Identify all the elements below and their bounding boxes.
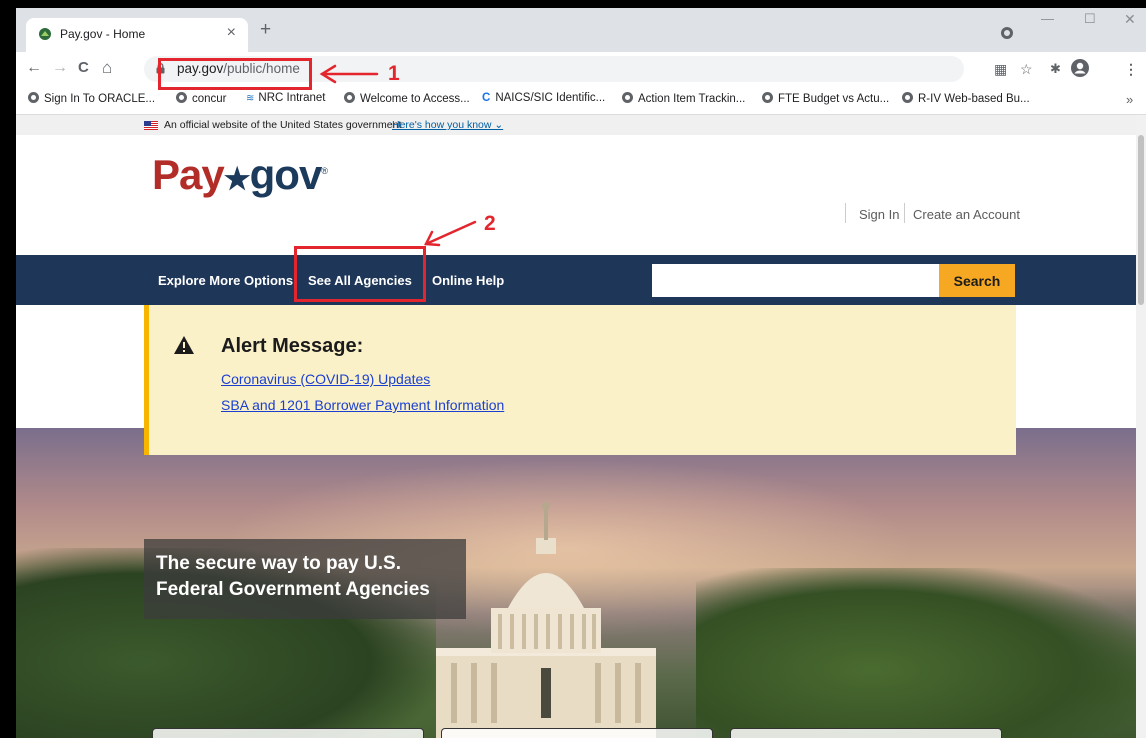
bookmark-label: R-IV Web-based Bu...	[918, 93, 1030, 105]
scrollbar-thumb[interactable]	[1138, 135, 1144, 305]
alert-title: Alert Message:	[221, 335, 364, 357]
globe-icon	[176, 92, 187, 103]
bookmark-item[interactable]: Action Item Trackin...	[622, 92, 745, 105]
globe-icon	[28, 92, 39, 103]
bookmark-label: NRC Intranet	[258, 92, 326, 104]
hero-card-row	[16, 728, 1136, 738]
bookmark-item[interactable]: FTE Budget vs Actu...	[762, 92, 889, 105]
bookmark-label: Welcome to Access...	[360, 93, 470, 105]
bookmark-star-icon[interactable]: ☆	[1020, 61, 1033, 78]
annotation-label-1: 1	[388, 62, 400, 85]
logo-pay: Pay	[152, 151, 225, 198]
hero-caption: The secure way to pay U.S. Federal Gover…	[144, 539, 466, 619]
bookmark-label: Action Item Trackin...	[638, 93, 746, 105]
bookmark-label: FTE Budget vs Actu...	[778, 93, 890, 105]
sign-in-link[interactable]: Sign In	[859, 207, 899, 222]
page-scrollbar[interactable]	[1136, 115, 1146, 738]
gov-banner: An official website of the United States…	[16, 115, 1136, 135]
main-nav: Explore More Options See All Agencies On…	[16, 255, 1136, 305]
divider	[904, 203, 905, 223]
logo-registered: ®	[321, 166, 328, 176]
bookmark-label: concur	[192, 93, 227, 105]
back-icon[interactable]: ←	[26, 59, 42, 77]
bookmark-item[interactable]: concur	[176, 92, 227, 105]
globe-icon	[622, 92, 633, 103]
hero-card[interactable]	[730, 728, 1002, 738]
hero-banner: The secure way to pay U.S. Federal Gover…	[16, 428, 1136, 738]
tab-strip: Pay.gov - Home × + — ☐ ✕	[16, 8, 1146, 52]
logo-star-icon: ★	[223, 163, 251, 196]
nrc-logo-icon: ≋	[246, 93, 255, 104]
search-input[interactable]	[652, 264, 939, 297]
new-tab-icon[interactable]: +	[260, 20, 271, 39]
maximize-icon[interactable]: ☐	[1084, 11, 1096, 27]
tab-search-icon[interactable]	[1001, 27, 1013, 39]
covid-updates-link[interactable]: Coronavirus (COVID-19) Updates	[221, 371, 430, 387]
heres-how-you-know-link[interactable]: Here's how you know ⌄	[392, 119, 503, 131]
forward-icon[interactable]: →	[52, 59, 68, 77]
annotation-highlight-agencies	[294, 246, 426, 302]
warning-icon	[174, 336, 194, 354]
bookmark-item[interactable]: Welcome to Access...	[344, 92, 470, 105]
globe-icon	[902, 92, 913, 103]
tab-title: Pay.gov - Home	[60, 27, 146, 41]
menu-kebab-icon[interactable]: ⋮	[1124, 61, 1138, 78]
window-close-icon[interactable]: ✕	[1124, 11, 1136, 28]
bookmarks-overflow-icon[interactable]: »	[1126, 92, 1133, 107]
tab-close-icon[interactable]: ×	[227, 24, 236, 42]
hero-card[interactable]	[441, 728, 713, 738]
hero-headline-line1: The secure way to pay U.S.	[156, 553, 401, 574]
reload-icon[interactable]: C	[78, 59, 89, 77]
hero-headline-line2: Federal Government Agencies	[156, 579, 430, 600]
gov-banner-text: An official website of the United States…	[164, 119, 402, 131]
globe-icon	[344, 92, 355, 103]
create-account-link[interactable]: Create an Account	[913, 207, 1020, 222]
profile-avatar-icon[interactable]	[1070, 58, 1090, 78]
nav-online-help[interactable]: Online Help	[432, 273, 504, 288]
page-content: An official website of the United States…	[16, 115, 1136, 738]
logo-gov: gov	[249, 151, 323, 198]
paygov-favicon-icon	[39, 28, 51, 40]
home-icon[interactable]: ⌂	[102, 59, 112, 77]
us-flag-icon	[144, 121, 158, 130]
annotation-label-2: 2	[484, 212, 496, 235]
bookmarks-bar: Sign In To ORACLE... concur ≋ NRC Intrane…	[16, 86, 1146, 115]
extensions-puzzle-icon[interactable]: ✱	[1050, 61, 1061, 77]
browser-tab[interactable]: Pay.gov - Home ×	[26, 18, 248, 52]
screenshot-frame: Pay.gov - Home × + — ☐ ✕ ← → C ⌂ pay.gov…	[0, 0, 1146, 738]
qr-code-icon[interactable]: ▦	[994, 61, 1007, 78]
bookmark-item[interactable]: ≋ NRC Intranet	[246, 92, 326, 104]
bookmark-label: NAICS/SIC Identific...	[495, 92, 606, 104]
naics-logo-icon: C	[482, 92, 491, 104]
hero-card[interactable]	[152, 728, 424, 738]
search-button[interactable]: Search	[939, 264, 1015, 297]
globe-icon	[762, 92, 773, 103]
browser-window: Pay.gov - Home × + — ☐ ✕ ← → C ⌂ pay.gov…	[16, 8, 1146, 738]
sba-borrower-payment-link[interactable]: SBA and 1201 Borrower Payment Informatio…	[221, 397, 504, 413]
bookmark-item[interactable]: Sign In To ORACLE...	[28, 92, 155, 105]
divider	[845, 203, 846, 223]
nav-explore-more-options[interactable]: Explore More Options	[158, 273, 293, 288]
paygov-logo[interactable]: Pay★gov®	[152, 151, 328, 199]
bookmark-label: Sign In To ORACLE...	[44, 93, 156, 105]
bookmark-item[interactable]: C NAICS/SIC Identific...	[482, 92, 605, 104]
alert-message-panel: Alert Message: Coronavirus (COVID-19) Up…	[144, 305, 1016, 455]
minimize-icon[interactable]: —	[1041, 11, 1054, 26]
hero-trees-right	[696, 568, 1136, 738]
bookmark-item[interactable]: R-IV Web-based Bu...	[902, 92, 1030, 105]
annotation-highlight-url	[158, 58, 312, 90]
